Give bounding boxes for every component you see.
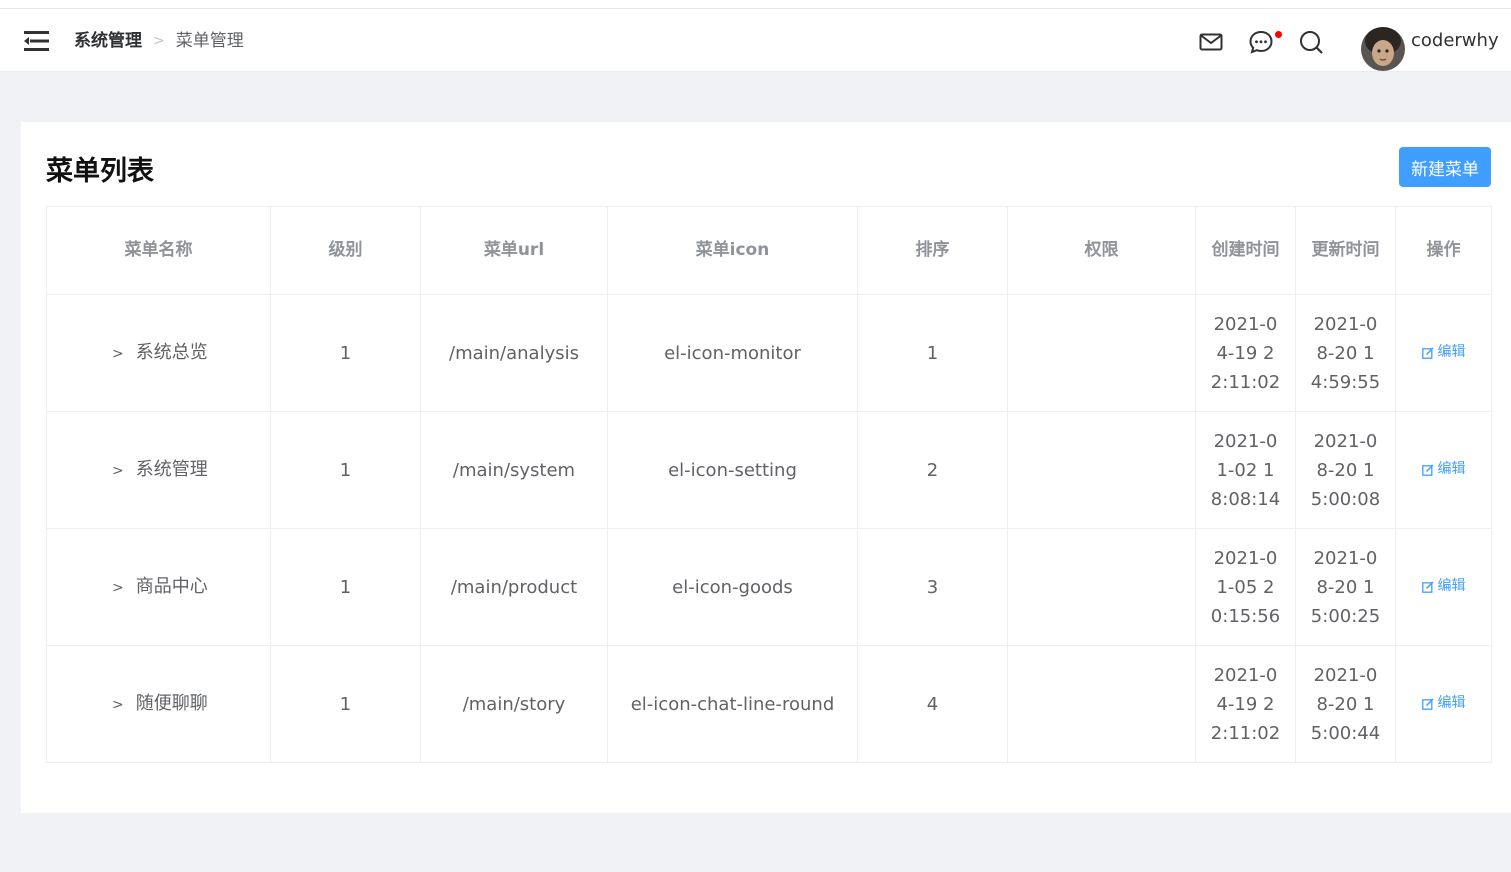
cell-level: 1: [270, 411, 421, 529]
header: 系统管理 > 菜单管理 coderwhy: [0, 9, 1511, 72]
table-row: > 商品中心 1 /main/product el-icon-goods 3 20…: [46, 528, 1492, 646]
edit-button[interactable]: 编辑: [1421, 338, 1466, 367]
cell-created: 2021-04-19 22:11:02: [1195, 294, 1296, 412]
cell-updated: 2021-08-20 15:00:25: [1295, 528, 1396, 646]
table-row: > 系统总览 1 /main/analysis el-icon-monitor 1…: [46, 294, 1492, 412]
cell-name: > 系统总览: [46, 294, 271, 412]
cell-sort: 1: [857, 294, 1008, 412]
cell-updated: 2021-08-20 15:00:44: [1295, 645, 1396, 763]
cell-permission: [1007, 645, 1196, 763]
column-header-updated: 更新时间: [1295, 206, 1396, 295]
table-row: > 随便聊聊 1 /main/story el-icon-chat-line-ro…: [46, 645, 1492, 763]
cell-icon: el-icon-monitor: [607, 294, 858, 412]
column-header-name: 菜单名称: [46, 206, 271, 295]
cell-permission: [1007, 528, 1196, 646]
chevron-right-icon[interactable]: >: [112, 457, 124, 486]
cell-level: 1: [270, 294, 421, 412]
cell-action: 编辑: [1395, 411, 1492, 529]
chevron-right-icon[interactable]: >: [112, 340, 124, 369]
cell-url: /main/system: [420, 411, 608, 529]
cell-created: 2021-04-19 22:11:02: [1195, 645, 1296, 763]
cell-updated: 2021-08-20 14:59:55: [1295, 294, 1396, 412]
cell-icon: el-icon-setting: [607, 411, 858, 529]
column-header-permission: 权限: [1007, 206, 1196, 295]
fold-icon[interactable]: [24, 31, 49, 51]
column-header-action: 操作: [1395, 206, 1492, 295]
edit-button[interactable]: 编辑: [1421, 689, 1466, 718]
cell-url: /main/story: [420, 645, 608, 763]
page-title: 菜单列表: [46, 156, 154, 187]
top-border: [0, 0, 1511, 9]
cell-icon: el-icon-chat-line-round: [607, 645, 858, 763]
column-header-sort: 排序: [857, 206, 1008, 295]
cell-sort: 4: [857, 645, 1008, 763]
cell-name: > 系统管理: [46, 411, 271, 529]
cell-name: > 商品中心: [46, 528, 271, 646]
breadcrumb-item-menu: 菜单管理: [175, 31, 244, 51]
avatar[interactable]: [1361, 27, 1405, 71]
cell-created: 2021-01-05 20:15:56: [1195, 528, 1296, 646]
cell-action: 编辑: [1395, 645, 1492, 763]
edit-button[interactable]: 编辑: [1421, 455, 1466, 484]
cell-action: 编辑: [1395, 528, 1492, 646]
cell-sort: 2: [857, 411, 1008, 529]
edit-icon: [1421, 581, 1434, 593]
edit-icon: [1421, 698, 1434, 710]
cell-url: /main/product: [420, 528, 608, 646]
breadcrumb-separator-icon: >: [153, 33, 165, 49]
table-row: > 系统管理 1 /main/system el-icon-setting 2 2…: [46, 411, 1492, 529]
column-header-url: 菜单url: [420, 206, 608, 295]
cell-permission: [1007, 411, 1196, 529]
chevron-right-icon[interactable]: >: [112, 574, 124, 603]
new-menu-button[interactable]: 新建菜单: [1399, 147, 1491, 187]
chevron-right-icon[interactable]: >: [112, 691, 124, 720]
menu-list-card: 菜单列表 新建菜单 菜单名称 级别 菜单url 菜单icon 排序 权限 创建时…: [21, 122, 1511, 813]
cell-action: 编辑: [1395, 294, 1492, 412]
cell-name: > 随便聊聊: [46, 645, 271, 763]
mail-icon[interactable]: [1198, 29, 1224, 55]
breadcrumb: 系统管理 > 菜单管理: [74, 29, 244, 53]
username[interactable]: coderwhy: [1411, 29, 1499, 53]
notification-dot: [1275, 31, 1282, 38]
column-header-icon: 菜单icon: [607, 206, 858, 295]
cell-url: /main/analysis: [420, 294, 608, 412]
breadcrumb-item-system[interactable]: 系统管理: [74, 29, 142, 53]
cell-updated: 2021-08-20 15:00:08: [1295, 411, 1396, 529]
cell-icon: el-icon-goods: [607, 528, 858, 646]
menu-table: 菜单名称 级别 菜单url 菜单icon 排序 权限 创建时间 更新时间 操作 …: [46, 206, 1492, 763]
column-header-created: 创建时间: [1195, 206, 1296, 295]
cell-sort: 3: [857, 528, 1008, 646]
column-header-level: 级别: [270, 206, 421, 295]
search-icon[interactable]: [1298, 29, 1324, 55]
cell-permission: [1007, 294, 1196, 412]
edit-icon: [1421, 464, 1434, 476]
cell-level: 1: [270, 645, 421, 763]
table-header-row: 菜单名称 级别 菜单url 菜单icon 排序 权限 创建时间 更新时间 操作: [46, 206, 1492, 295]
edit-button[interactable]: 编辑: [1421, 572, 1466, 601]
cell-created: 2021-01-02 18:08:14: [1195, 411, 1296, 529]
edit-icon: [1421, 347, 1434, 359]
cell-level: 1: [270, 528, 421, 646]
chat-icon[interactable]: [1248, 29, 1274, 55]
